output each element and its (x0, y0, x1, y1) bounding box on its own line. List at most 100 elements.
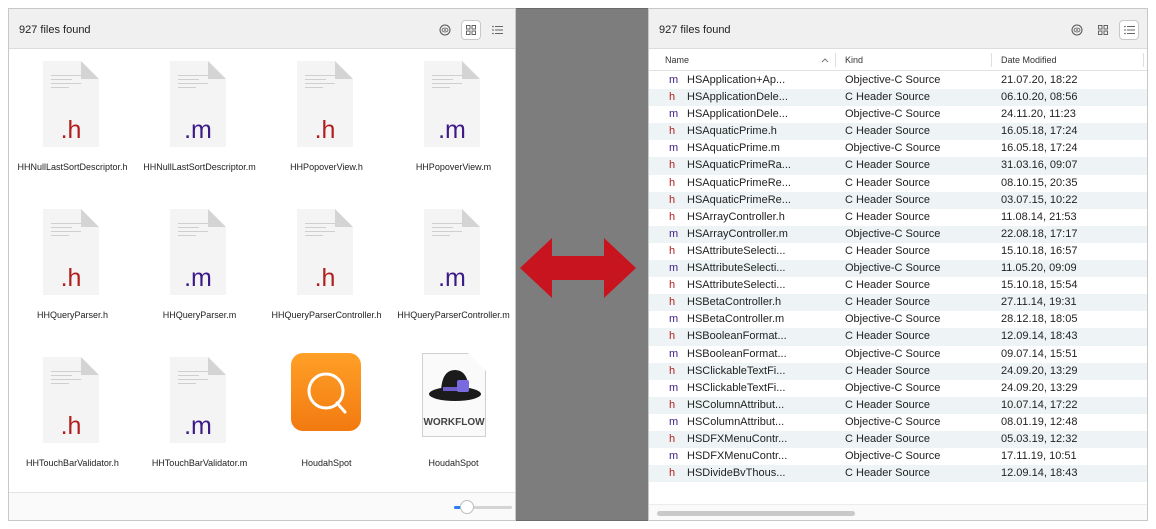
file-type-icon: h (669, 432, 676, 445)
file-name: HoudahSpot (301, 458, 352, 468)
file-name: HHTouchBarValidator.m (151, 458, 248, 468)
file-name-cell: HSAquaticPrime.m (687, 142, 780, 155)
kind-cell: C Header Source (845, 364, 930, 377)
kind-cell: Objective-C Source (845, 381, 941, 394)
kind-cell: C Header Source (845, 330, 930, 343)
column-headers: Name Kind Date Modified (649, 49, 1147, 71)
document-icon: .h (293, 209, 357, 295)
table-row[interactable]: m HSBooleanFormat... Objective-C Source 09.… (649, 346, 1147, 363)
column-header-name[interactable]: Name (665, 55, 689, 65)
double-arrow-icon (520, 238, 636, 298)
table-row[interactable]: h HSDFXMenuContr... C Header Source 05.03.1… (649, 430, 1147, 449)
table-row[interactable]: m HSBetaController.m Objective-C Source 28.… (649, 311, 1147, 328)
table-row[interactable]: m HSAquaticPrime.m Objective-C Source 16.05… (649, 140, 1147, 157)
kind-cell: C Header Source (845, 467, 930, 480)
file-name-cell: HSBooleanFormat... (687, 347, 787, 360)
list-view-toggle[interactable] (1119, 20, 1139, 40)
table-row[interactable]: m HSAttributeSelecti... Objective-C Source… (649, 260, 1147, 278)
icon-size-slider[interactable] (454, 500, 512, 514)
table-row[interactable]: h HSArrayController.h C Header Source 11.08… (649, 209, 1147, 226)
file-name-cell: HSAttributeSelecti... (687, 279, 786, 292)
icon-view-toggle[interactable] (461, 20, 481, 40)
scrollbar-thumb[interactable] (657, 511, 855, 516)
file-type-icon: h (669, 210, 676, 223)
table-row[interactable]: h HSBetaController.h C Header Source 27.11.… (649, 294, 1147, 312)
eye-icon (1071, 24, 1083, 36)
kind-cell: Objective-C Source (845, 415, 941, 428)
table-row[interactable]: m HSArrayController.m Objective-C Source 22… (649, 225, 1147, 243)
preview-eye-button[interactable] (1067, 20, 1087, 40)
file-item[interactable]: HoudahSpot (263, 345, 390, 493)
table-row[interactable]: h HSAquaticPrimeRe... C Header Source 03.07… (649, 191, 1147, 209)
file-item[interactable]: WORKFLOW HoudahSpot (390, 345, 515, 493)
results-header: 927 files found (9, 9, 515, 49)
horizontal-scrollbar[interactable] (649, 504, 1147, 520)
table-row[interactable]: h HSBooleanFormat... C Header Source 12.09.… (649, 328, 1147, 346)
file-type-icon: h (669, 244, 676, 257)
date-cell: 24.09.20, 13:29 (1001, 364, 1078, 377)
date-cell: 12.09.14, 18:43 (1001, 330, 1078, 343)
sort-chevron-icon[interactable] (821, 57, 829, 63)
file-item[interactable]: .m HHQueryParserController.m (390, 197, 515, 345)
document-icon: .h (39, 209, 103, 295)
kind-cell: C Header Source (845, 125, 930, 138)
file-type-icon: h (669, 159, 676, 172)
list-view-toggle[interactable] (487, 20, 507, 40)
file-type-icon: h (669, 364, 676, 377)
table-row[interactable]: m HSDFXMenuContr... Objective-C Source 17.1… (649, 448, 1147, 465)
kind-cell: C Header Source (845, 159, 930, 172)
date-cell: 05.03.19, 12:32 (1001, 432, 1078, 445)
table-row[interactable]: h HSDivideBvThous... C Header Source 12.09.… (649, 465, 1147, 483)
icon-view-toggle[interactable] (1093, 20, 1113, 40)
table-row[interactable]: m HSClickableTextFi... Objective-C Source 2… (649, 380, 1147, 397)
table-row[interactable]: h HSAttributeSelecti... C Header Source 15.… (649, 277, 1147, 294)
table-row[interactable]: m HSApplicationDele... Objective-C Source 2… (649, 106, 1147, 123)
kind-cell: Objective-C Source (845, 74, 941, 86)
file-item[interactable]: .m HHTouchBarValidator.m (136, 345, 263, 493)
file-item[interactable]: .m HHNullLastSortDescriptor.m (136, 49, 263, 197)
table-row[interactable]: h HSAquaticPrimeRa... C Header Source 31.03… (649, 157, 1147, 175)
file-name: HoudahSpot (428, 458, 479, 468)
file-item[interactable]: .m HHPopoverView.m (390, 49, 515, 197)
kind-cell: C Header Source (845, 210, 930, 223)
kind-cell: Objective-C Source (845, 262, 941, 275)
table-row[interactable]: h HSAttributeSelecti... C Header Source 15.… (649, 243, 1147, 260)
file-name: HHQueryParser.m (162, 310, 237, 320)
table-row[interactable]: h HSApplicationDele... C Header Source 06.1… (649, 89, 1147, 107)
magnifier-icon (307, 372, 347, 414)
icon-view-panel: 927 files found .h HHNullLastSortDescrip… (8, 8, 516, 521)
table-row[interactable]: h HSAquaticPrime.h C Header Source 16.05.18… (649, 123, 1147, 141)
table-row[interactable]: h HSClickableTextFi... C Header Source 24.0… (649, 362, 1147, 380)
file-item[interactable]: .h HHPopoverView.h (263, 49, 390, 197)
file-item[interactable]: .h HHQueryParserController.h (263, 197, 390, 345)
kind-cell: Objective-C Source (845, 313, 941, 326)
list-icon (1123, 25, 1135, 35)
file-item[interactable]: .h HHNullLastSortDescriptor.h (9, 49, 136, 197)
column-header-kind[interactable]: Kind (845, 55, 863, 65)
file-name: HHNullLastSortDescriptor.m (143, 162, 256, 172)
file-type-icon: h (669, 467, 676, 480)
kind-cell: C Header Source (845, 432, 930, 445)
file-item[interactable]: .h HHTouchBarValidator.h (9, 345, 136, 493)
table-row[interactable]: h HSAquaticPrimeRe... C Header Source 08.10… (649, 175, 1147, 192)
file-item[interactable]: .h HHQueryParser.h (9, 197, 136, 345)
file-item[interactable]: .m HHQueryParser.m (136, 197, 263, 345)
preview-eye-button[interactable] (435, 20, 455, 40)
column-header-date[interactable]: Date Modified (1001, 55, 1057, 65)
file-name-cell: HSAquaticPrimeRe... (687, 176, 791, 189)
file-type-icon: h (669, 330, 676, 343)
table-row[interactable]: h HSColumnAttribut... C Header Source 10.07… (649, 396, 1147, 414)
file-name-cell: HSApplicationDele... (687, 108, 788, 121)
slider-knob[interactable] (459, 500, 474, 514)
date-cell: 16.05.18, 17:24 (1001, 142, 1078, 155)
date-cell: 24.09.20, 13:29 (1001, 381, 1078, 394)
file-count: 927 files found (659, 24, 731, 36)
file-name-cell: HSApplicationDele... (687, 91, 788, 104)
file-name-cell: HSAquaticPrime.h (687, 125, 777, 138)
file-name: HHQueryParser.h (36, 310, 109, 320)
file-count: 927 files found (19, 24, 91, 36)
table-row[interactable]: m HSApplication+Ap... Objective-C Source 21… (649, 72, 1147, 89)
file-type-icon: m (669, 227, 679, 240)
kind-cell: Objective-C Source (845, 227, 941, 240)
table-row[interactable]: m HSColumnAttribut... Objective-C Source 08… (649, 414, 1147, 431)
